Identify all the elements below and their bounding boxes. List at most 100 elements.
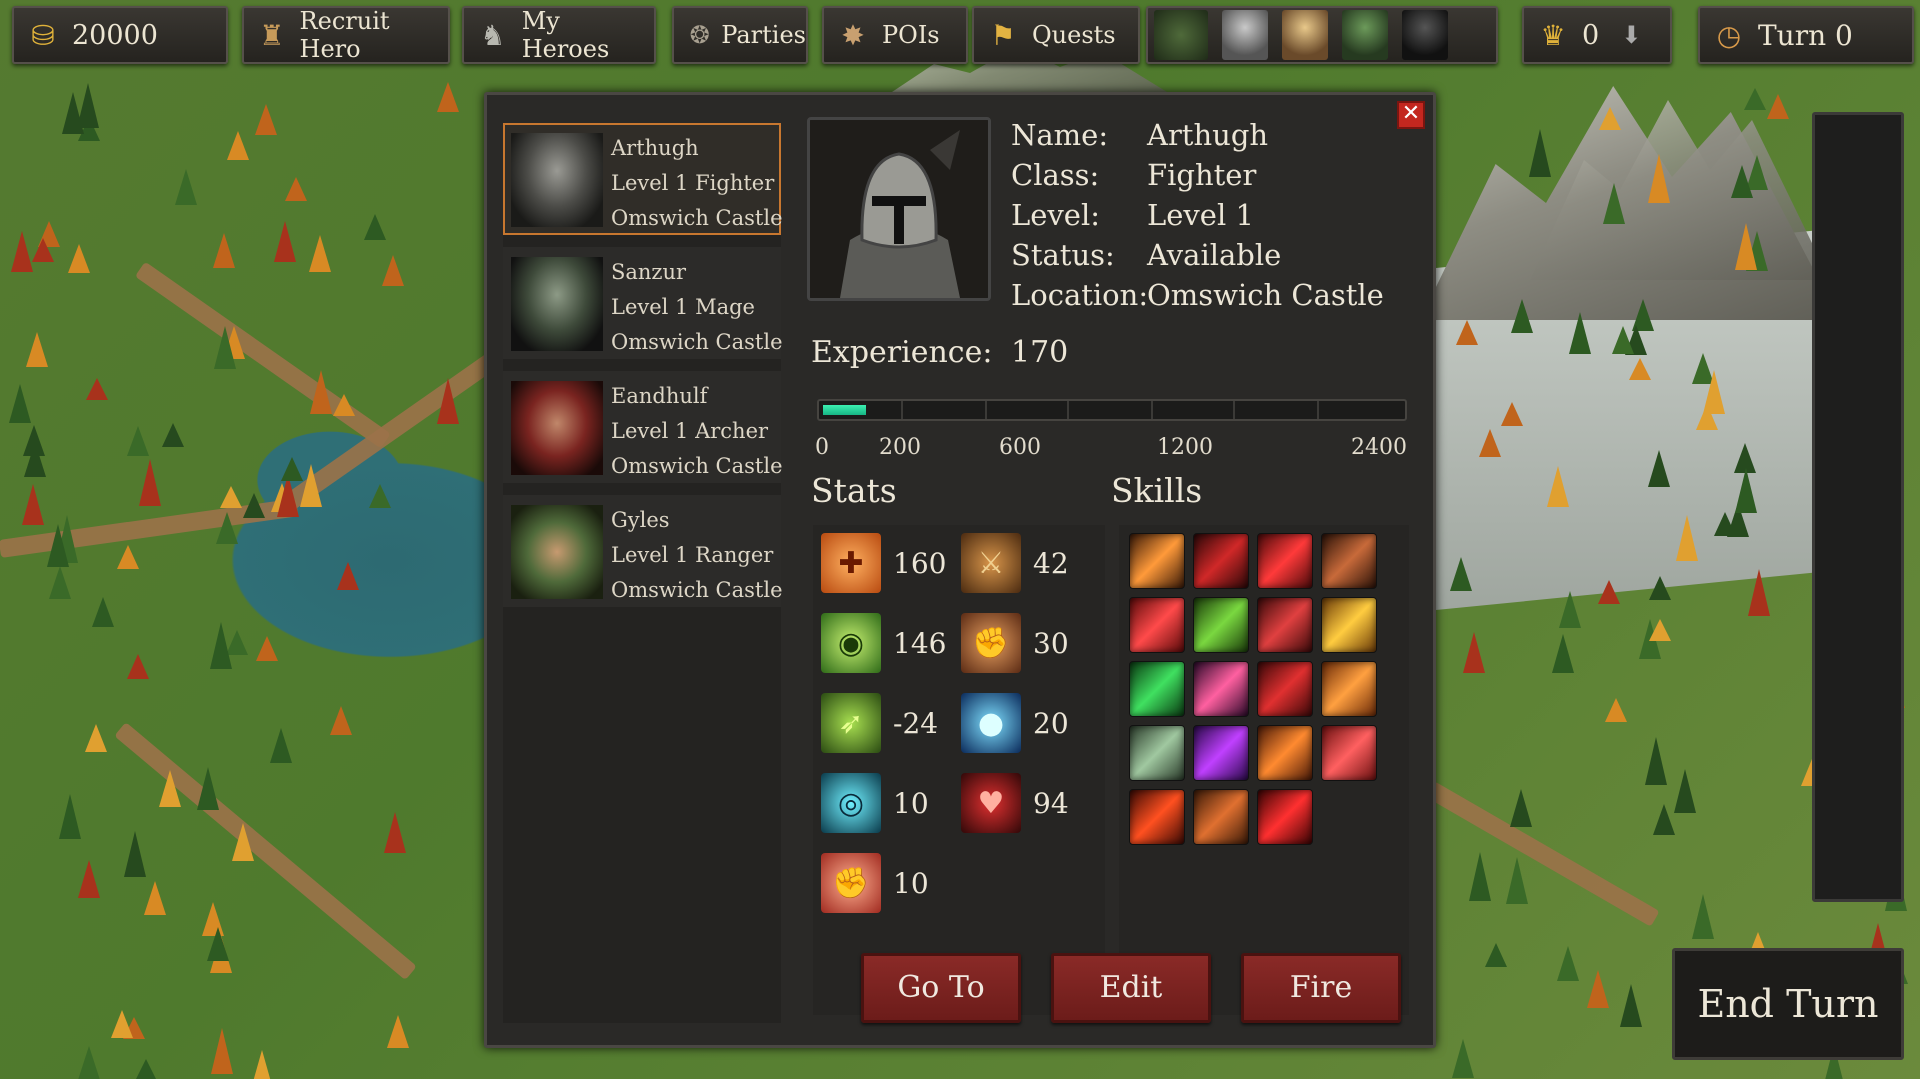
stat-value: -24 xyxy=(893,706,939,740)
tree-icon xyxy=(1559,591,1582,629)
exp-tick xyxy=(1233,401,1235,419)
fighter-portrait-icon[interactable] xyxy=(1222,10,1268,60)
status-value: Available xyxy=(1147,238,1282,272)
tree-icon xyxy=(1644,737,1667,786)
tree-icon xyxy=(1598,106,1621,130)
tree-icon xyxy=(1747,568,1770,616)
fire-slash-skill-icon[interactable] xyxy=(1257,789,1313,845)
tree-icon xyxy=(127,425,149,456)
tree-icon xyxy=(1605,697,1628,722)
map-road xyxy=(134,261,391,449)
tree-icon xyxy=(386,1014,409,1048)
tree-icon xyxy=(135,1058,158,1079)
tree-icon xyxy=(333,393,356,416)
hero-card-gyles[interactable]: Gyles Level 1 Ranger Omswich Castle xyxy=(503,495,783,607)
red-blade-skill-icon[interactable] xyxy=(1257,661,1313,717)
experience-value: 170 xyxy=(1011,335,1069,370)
tree-icon xyxy=(26,331,49,367)
close-icon[interactable]: ✕ xyxy=(1397,101,1425,129)
flame-arc-skill-icon[interactable] xyxy=(1129,789,1185,845)
tree-icon xyxy=(1620,983,1642,1027)
tree-icon xyxy=(209,622,232,670)
tree-icon xyxy=(1649,618,1672,641)
name-label: Name: xyxy=(1011,118,1109,152)
hero-card-sanzur[interactable]: Sanzur Level 1 Mage Omswich Castle xyxy=(503,247,783,359)
gold-counter: ⛁ 20000 xyxy=(12,6,228,64)
hero-location: Omswich Castle xyxy=(611,578,783,602)
exp-tick xyxy=(985,401,987,419)
hooded-portrait-icon[interactable] xyxy=(1402,10,1448,60)
tree-icon xyxy=(85,377,108,400)
mace-skill-icon[interactable] xyxy=(1193,597,1249,653)
minimap-icon[interactable] xyxy=(1154,10,1208,60)
tree-icon xyxy=(1602,182,1625,224)
cleave-skill-icon[interactable] xyxy=(1257,533,1313,589)
tree-icon xyxy=(210,1027,233,1074)
twin-blade-skill-icon[interactable] xyxy=(1193,789,1249,845)
tree-icon xyxy=(1450,557,1473,592)
poi-map-icon: ✸ xyxy=(841,18,865,52)
level-value: Level 1 xyxy=(1147,198,1254,232)
tree-icon xyxy=(1568,311,1591,354)
strike-skill-icon[interactable] xyxy=(1321,597,1377,653)
fire-button[interactable]: Fire xyxy=(1241,953,1401,1023)
tree-icon xyxy=(1730,164,1753,198)
gold-amount: 20000 xyxy=(72,19,158,51)
tree-icon xyxy=(212,233,235,269)
whirl-skill-icon[interactable] xyxy=(1193,661,1249,717)
crescent-skill-icon[interactable] xyxy=(1257,725,1313,781)
my-heroes-button[interactable]: ♞ My Heroes xyxy=(462,6,656,64)
pois-button[interactable]: ✸ POIs xyxy=(822,6,968,64)
heart-crest-icon: ♥ xyxy=(961,773,1021,833)
strength-icon: ✊ xyxy=(961,613,1021,673)
tree-icon xyxy=(23,424,46,456)
claw-skill-icon[interactable] xyxy=(1129,725,1185,781)
tree-icon xyxy=(280,456,303,481)
hero-location: Omswich Castle xyxy=(611,454,783,478)
parties-button[interactable]: ❂ Parties xyxy=(672,6,808,64)
tree-icon xyxy=(232,823,255,862)
recruit-hero-button[interactable]: ♜ Recruit Hero xyxy=(242,6,450,64)
tree-icon xyxy=(1612,325,1635,354)
slash-skill-icon[interactable] xyxy=(1129,533,1185,589)
tree-icon xyxy=(1648,153,1671,203)
exp-tick xyxy=(901,401,903,419)
tree-icon xyxy=(1456,320,1479,346)
tree-icon xyxy=(269,727,292,763)
dagger-skill-icon[interactable] xyxy=(1321,533,1377,589)
crown-icon: ♛ xyxy=(1540,18,1566,52)
rage-face-skill-icon[interactable] xyxy=(1321,661,1377,717)
my-heroes-label: My Heroes xyxy=(521,7,610,63)
blade-skill-icon[interactable] xyxy=(1193,533,1249,589)
mage-portrait-icon xyxy=(511,257,603,351)
end-turn-button[interactable]: End Turn xyxy=(1672,948,1904,1060)
tree-icon xyxy=(369,483,392,508)
goto-button[interactable]: Go To xyxy=(861,953,1021,1023)
stat-value: 20 xyxy=(1033,706,1069,740)
archer-portrait-icon xyxy=(511,381,603,475)
tree-icon xyxy=(285,177,307,202)
shadow-skill-icon[interactable] xyxy=(1193,725,1249,781)
tree-icon xyxy=(61,92,84,135)
experience-bar-fill xyxy=(823,405,867,415)
rend-skill-icon[interactable] xyxy=(1129,597,1185,653)
arrow-down-icon[interactable]: ⬇ xyxy=(1621,21,1641,49)
orc-portrait-icon[interactable] xyxy=(1342,10,1388,60)
stat-strength: ✊ 30 xyxy=(961,613,1093,673)
hero-name: Gyles xyxy=(611,508,670,532)
tree-icon xyxy=(255,103,278,135)
edit-button[interactable]: Edit xyxy=(1051,953,1211,1023)
tree-icon xyxy=(215,512,238,544)
quests-button[interactable]: ⚑ Quests xyxy=(972,6,1140,64)
axe-skill-icon[interactable] xyxy=(1257,597,1313,653)
side-scroll-panel[interactable] xyxy=(1812,112,1904,902)
mage-portrait-icon[interactable] xyxy=(1282,10,1328,60)
hero-card-eandhulf[interactable]: Eandhulf Level 1 Archer Omswich Castle xyxy=(503,371,783,483)
hero-portraits-bar xyxy=(1146,6,1498,64)
berserk-face-skill-icon[interactable] xyxy=(1321,725,1377,781)
poison-blade-skill-icon[interactable] xyxy=(1129,661,1185,717)
stat-value: 146 xyxy=(893,626,947,660)
hero-card-arthugh[interactable]: Arthugh Level 1 Fighter Omswich Castle xyxy=(503,123,783,235)
tree-icon xyxy=(1587,969,1610,1008)
gold-coins-icon: ⛁ xyxy=(31,18,55,52)
